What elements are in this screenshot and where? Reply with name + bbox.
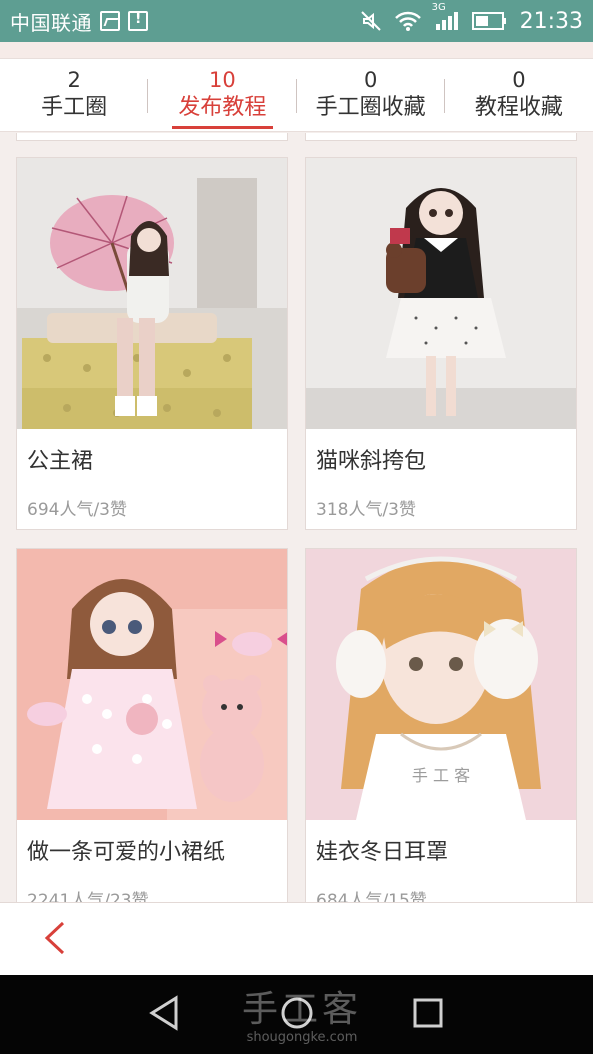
back-arrow-icon (43, 921, 67, 959)
carrier-name: 中国联通 (10, 10, 92, 35)
tutorial-stats: 684人气/15赞 (316, 891, 427, 902)
tab-count: 10 (209, 68, 236, 92)
tab-label: 发布教程 (178, 95, 267, 120)
battery-icon (471, 11, 508, 31)
tutorial-title: 做一条可爱的小裙纸 (27, 840, 226, 865)
tutorial-stats: 2241人气/23赞 (27, 891, 149, 902)
header-spacer (0, 42, 593, 58)
circle-home-icon (280, 997, 314, 1035)
system-recents-button[interactable] (412, 995, 444, 1035)
tutorial-thumbnail: 手 工 客 (306, 549, 576, 820)
tab-label: 手工圈收藏 (315, 95, 426, 120)
tutorial-stats: 318人气/3赞 (316, 500, 416, 520)
square-recents-icon (412, 998, 444, 1035)
previous-card-edge (305, 133, 577, 141)
alert-notification-icon (128, 11, 148, 31)
clock: 21:33 (519, 8, 583, 34)
tab-label: 手工圈 (41, 95, 108, 120)
tutorial-title: 公主裙 (27, 449, 94, 474)
tutorial-title: 娃衣冬日耳罩 (316, 840, 449, 865)
tutorial-stats: 694人气/3赞 (27, 500, 127, 520)
tab-count: 0 (363, 68, 378, 92)
tutorial-thumbnail (17, 158, 287, 429)
system-back-button[interactable] (148, 995, 180, 1035)
back-button[interactable] (30, 915, 80, 965)
tab-handcraft-circle[interactable]: 2 手工圈 (0, 59, 149, 131)
mute-icon (360, 10, 382, 32)
svg-text:手 工 客: 手 工 客 (412, 766, 470, 785)
signal-icon: 3G (432, 2, 460, 32)
tutorial-card[interactable]: 做一条可爱的小裙纸 2241人气/23赞 (16, 548, 288, 902)
tutorial-thumbnail (17, 549, 287, 820)
tab-count: 0 (512, 68, 526, 92)
image-notification-icon (100, 11, 120, 31)
tutorial-title: 猫咪斜挎包 (316, 449, 427, 474)
tab-count: 2 (67, 68, 81, 92)
profile-tabs: 2 手工圈 10 发布教程 0 手工圈收藏 0 教程收藏 (0, 58, 593, 132)
wifi-icon (394, 10, 422, 32)
bottom-bar (0, 902, 593, 975)
tab-tutorial-favorites[interactable]: 0 教程收藏 (445, 59, 593, 131)
tab-published-tutorials[interactable]: 10 发布教程 (148, 59, 297, 131)
tutorial-grid[interactable]: 公主裙 694人气/3赞 猫咪斜挎包 318人气/3赞 做一条可爱的小裙纸 22… (0, 133, 593, 902)
tutorial-thumbnail (306, 158, 576, 429)
tutorial-card[interactable]: 公主裙 694人气/3赞 (16, 157, 288, 530)
status-bar: 中国联通 3G 21:33 (0, 0, 593, 42)
network-type-label: 3G (431, 2, 446, 13)
tab-circle-favorites[interactable]: 0 手工圈收藏 (297, 59, 445, 131)
system-navigation-bar (0, 975, 593, 1054)
previous-card-edge (16, 133, 288, 141)
system-home-button[interactable] (280, 995, 314, 1035)
tutorial-card[interactable]: 手 工 客 娃衣冬日耳罩 684人气/15赞 (305, 548, 577, 902)
triangle-back-icon (148, 995, 180, 1035)
tutorial-card[interactable]: 猫咪斜挎包 318人气/3赞 (305, 157, 577, 530)
tab-label: 教程收藏 (474, 95, 563, 120)
